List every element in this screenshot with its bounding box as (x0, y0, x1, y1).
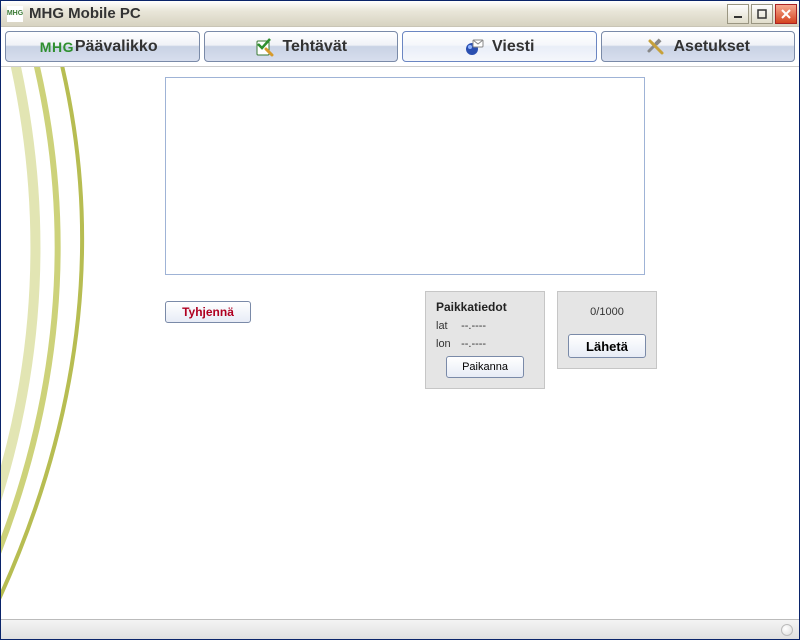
main-toolbar: MHG Päävalikko Tehtävät (1, 27, 799, 67)
minimize-button[interactable] (727, 4, 749, 24)
locate-button[interactable]: Paikanna (446, 356, 524, 378)
close-icon (781, 9, 791, 19)
tab-label: Asetukset (674, 38, 750, 56)
tab-settings[interactable]: Asetukset (601, 31, 796, 62)
status-bar (1, 619, 799, 639)
maximize-icon (757, 9, 767, 19)
tab-message[interactable]: Viesti (402, 31, 597, 62)
message-icon (464, 37, 484, 57)
app-window: MHG MHG Mobile PC MHG Päävalikko (0, 0, 800, 640)
tab-label: Tehtävät (282, 38, 347, 56)
titlebar: MHG MHG Mobile PC (1, 1, 799, 27)
tab-tasks[interactable]: Tehtävät (204, 31, 399, 62)
tab-main-menu[interactable]: MHG Päävalikko (5, 31, 200, 62)
app-icon: MHG (7, 6, 23, 22)
tasks-icon (254, 37, 274, 57)
status-indicator-icon (781, 624, 793, 636)
send-button[interactable]: Lähetä (568, 334, 646, 358)
client-area: Tyhjennä Paikkatiedot lat --.---- lon --… (1, 67, 799, 619)
lon-row: lon --.---- (436, 338, 534, 350)
minimize-icon (733, 9, 743, 19)
location-header: Paikkatiedot (436, 300, 534, 314)
tab-label: Päävalikko (75, 38, 158, 56)
lat-row: lat --.---- (436, 320, 534, 332)
tab-label: Viesti (492, 38, 534, 56)
lon-value: --.---- (461, 338, 486, 350)
lat-value: --.---- (461, 320, 486, 332)
message-textarea[interactable] (165, 77, 645, 275)
settings-icon (646, 37, 666, 57)
maximize-button[interactable] (751, 4, 773, 24)
window-controls (727, 4, 797, 24)
lon-label: lon (436, 338, 458, 350)
send-panel: 0/1000 Lähetä (557, 291, 657, 369)
lat-label: lat (436, 320, 458, 332)
mhg-logo-icon: MHG (47, 37, 67, 57)
window-title: MHG Mobile PC (29, 5, 727, 22)
location-panel: Paikkatiedot lat --.---- lon --.---- Pai… (425, 291, 545, 389)
decorative-curve (1, 67, 171, 619)
char-counter: 0/1000 (568, 306, 646, 318)
close-button[interactable] (775, 4, 797, 24)
clear-button[interactable]: Tyhjennä (165, 301, 251, 323)
